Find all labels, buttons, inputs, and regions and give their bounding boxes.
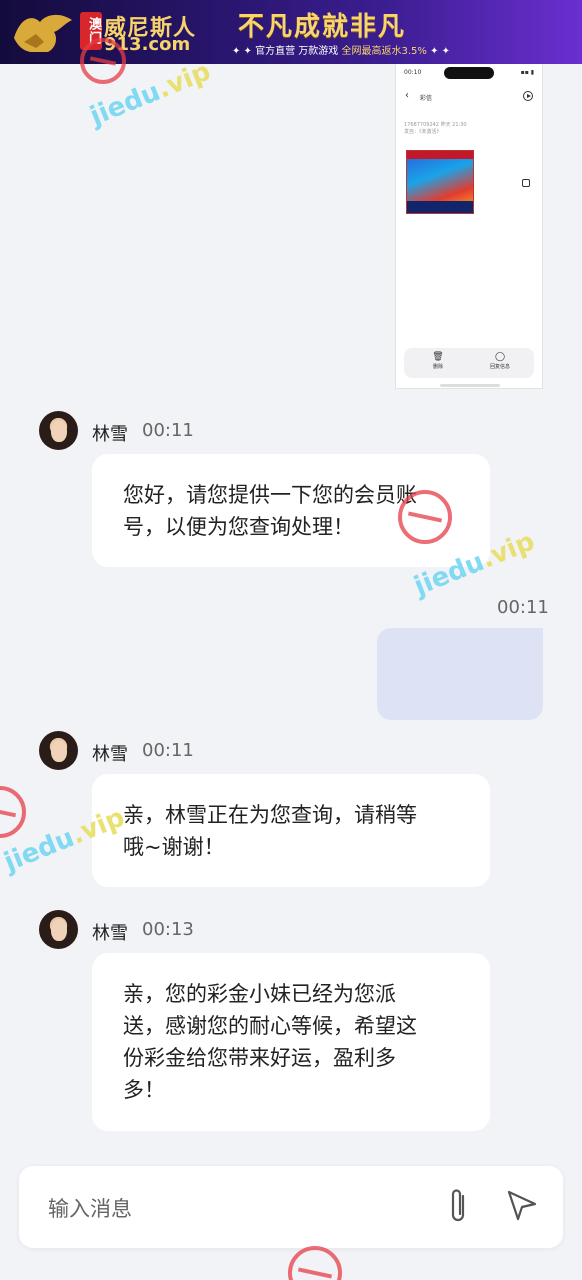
message-line: 送，感谢您的耐心等候，希望这 xyxy=(123,1014,417,1038)
watermark-mark xyxy=(0,786,26,838)
message-bubble[interactable]: 亲，林雪正在为您查询，请稍等 哦~谢谢！ xyxy=(92,774,490,887)
send-icon[interactable] xyxy=(505,1188,539,1222)
winged-lion-logo xyxy=(14,14,72,52)
watermark-word: jiedu xyxy=(86,76,165,132)
phone-status-time: 00:10 xyxy=(404,69,422,76)
play-icon xyxy=(523,91,533,101)
outgoing-message-bubble[interactable] xyxy=(377,628,543,720)
delete-icon: 🗑 xyxy=(432,352,444,362)
phone-sender-info: 17687709242 昨天 21:30 发自：《未激活》 xyxy=(404,122,467,136)
avatar-face xyxy=(51,740,67,762)
sender-name: 林雪 xyxy=(92,744,128,765)
message-line: 亲，林雪正在为您查询，请稍等 xyxy=(123,803,417,827)
poster-footer xyxy=(407,201,473,213)
tagline-highlight: 全网最高返水3.5% xyxy=(341,46,427,57)
save-icon xyxy=(522,179,530,187)
outgoing-message-time: 00:11 xyxy=(497,597,549,618)
message-input[interactable]: 输入消息 xyxy=(48,1193,132,1223)
sender-name: 林雪 xyxy=(92,424,128,445)
tagline-suffix: ✦ ✦ xyxy=(426,46,451,57)
message-line: 哦~谢谢！ xyxy=(123,835,225,859)
message-bubble[interactable]: 亲，您的彩金小妹已经为您派 送，感谢您的耐心等候，希望这 份彩金给您带来好运，盈… xyxy=(92,953,490,1131)
phone-delete-action: 🗑 删除 xyxy=(418,352,458,370)
attachment-icon[interactable] xyxy=(445,1186,471,1226)
avatar-face xyxy=(51,919,67,941)
phone-reply-action: ◯ 回复信息 xyxy=(480,352,520,370)
banner-slogan: 不凡成就非凡 xyxy=(238,12,407,42)
back-icon: ‹ xyxy=(405,90,409,101)
banner-tagline: ✦ ✦ 官方直营 万款游戏 全网最高返水3.5% ✦ ✦ xyxy=(232,42,450,57)
reply-icon: ◯ xyxy=(494,352,506,362)
avatar[interactable] xyxy=(39,731,78,770)
watermark-mark xyxy=(398,490,452,544)
watermark-mark xyxy=(288,1246,342,1280)
message-time: 00:11 xyxy=(142,420,194,441)
avatar[interactable] xyxy=(39,411,78,450)
phone-sender-line: 发自：《未激活》 xyxy=(404,129,442,135)
message-time: 00:11 xyxy=(142,740,194,761)
mms-poster-image xyxy=(406,150,474,214)
phone-home-indicator xyxy=(440,384,500,387)
reply-label: 回复信息 xyxy=(489,364,510,370)
phone-sender-line: 17687709242 昨天 21:30 xyxy=(404,122,467,128)
message-line: 亲，您的彩金小妹已经为您派 xyxy=(123,982,396,1006)
tagline-prefix: ✦ ✦ 官方直营 万款游戏 xyxy=(232,46,342,57)
message-composer[interactable]: 输入消息 xyxy=(19,1166,563,1248)
avatar[interactable] xyxy=(39,910,78,949)
delete-label: 删除 xyxy=(432,364,443,370)
avatar-face xyxy=(51,420,67,442)
phone-action-bar: 🗑 删除 ◯ 回复信息 xyxy=(404,348,534,378)
image-message[interactable]: 00:10 ▪▪ ▮ ‹ 彩信 17687709242 昨天 21:30 发自：… xyxy=(395,64,543,389)
phone-dynamic-island xyxy=(444,67,494,79)
poster-top-strip xyxy=(407,151,473,159)
message-line: 多！ xyxy=(123,1078,165,1102)
message-time: 00:13 xyxy=(142,919,194,940)
sender-name: 林雪 xyxy=(92,923,128,944)
watermark-mark xyxy=(80,38,126,84)
message-line: 份彩金给您带来好运，盈利多 xyxy=(123,1046,396,1070)
phone-screen-title: 彩信 xyxy=(420,95,433,102)
phone-system-icons: ▪▪ ▮ xyxy=(520,69,534,76)
